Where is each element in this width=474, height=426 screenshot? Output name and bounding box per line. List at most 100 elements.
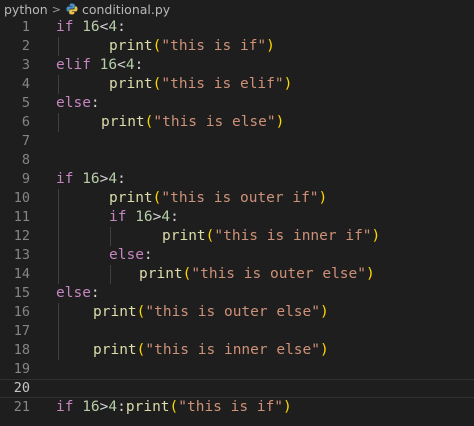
code-text: print("this is outer else") [139, 265, 375, 284]
function-name: print [93, 342, 137, 358]
code-line[interactable]: 8 [0, 151, 474, 170]
code-line[interactable]: 21 if 16>4:print("this is if") [0, 398, 474, 417]
function-name: print [109, 76, 153, 92]
number-literal: 16 [135, 209, 153, 225]
line-number: 21 [13, 399, 30, 415]
indent-guide [110, 265, 111, 284]
line-number: 14 [13, 266, 30, 282]
indent-guide [58, 189, 59, 284]
code-line[interactable]: 6 print("this is else") [0, 113, 474, 132]
code-line[interactable]: 7 [0, 132, 474, 151]
keyword: else [109, 247, 144, 263]
line-number: 5 [21, 95, 30, 111]
line-number: 17 [13, 323, 30, 339]
code-line[interactable]: 12 print("this is inner if") [0, 227, 474, 246]
function-name: print [109, 38, 153, 54]
code-text: print("this is elif") [109, 75, 292, 94]
code-text: else: [56, 94, 100, 113]
indent-guide [110, 227, 111, 246]
code-text: elif 16<4: [56, 56, 143, 75]
code-line[interactable]: 5 else: [0, 94, 474, 113]
code-line[interactable]: 20 [0, 379, 474, 398]
bracket: ) [320, 304, 329, 320]
line-number: 19 [13, 361, 30, 377]
function-name: print [93, 304, 137, 320]
code-operator: : [143, 247, 153, 263]
number-literal: 4 [108, 399, 118, 415]
line-number: 9 [21, 171, 30, 187]
code-line[interactable]: 17 [0, 322, 474, 341]
code-text: print("this is else") [101, 113, 284, 132]
keyword: else [56, 95, 91, 111]
line-number: 10 [13, 190, 30, 206]
code-line[interactable]: 3 elif 16<4: [0, 56, 474, 75]
indent-guide [58, 37, 59, 56]
code-editor[interactable]: 1 if 16<4: 2 print("this is if") 3 elif 16<4:… [0, 18, 474, 426]
string-literal: "this is inner else" [145, 342, 320, 358]
line-number: 15 [13, 285, 30, 301]
code-text: else: [56, 284, 100, 303]
line-number: 13 [13, 247, 30, 263]
keyword: if [56, 399, 74, 415]
breadcrumb-folder[interactable]: python [4, 2, 48, 17]
code-operator: : [117, 399, 126, 415]
code-line[interactable]: 4 print("this is elif") [0, 75, 474, 94]
code-line[interactable]: 2 print("this is if") [0, 37, 474, 56]
code-line[interactable]: 10 print("this is outer if") [0, 189, 474, 208]
bracket: ) [320, 342, 329, 358]
function-name: print [101, 114, 145, 130]
code-line[interactable]: 19 [0, 360, 474, 379]
code-text: else: [109, 246, 153, 265]
code-text: print("this is inner if") [162, 227, 380, 246]
code-text: if 16>4:print("this is if") [56, 398, 292, 417]
code-line[interactable]: 11 if 16>4: [0, 208, 474, 227]
code-line[interactable]: 13 else: [0, 246, 474, 265]
indent-guide [58, 303, 59, 360]
function-name: print [109, 190, 153, 206]
keyword: if [109, 209, 127, 225]
function-name: print [162, 228, 206, 244]
string-literal: "this is outer else" [145, 304, 320, 320]
function-name: print [139, 266, 183, 282]
bracket: ) [371, 228, 381, 244]
string-literal: "this is elif" [161, 76, 284, 92]
code-text: if 16<4: [56, 18, 126, 37]
bracket: ) [366, 266, 375, 282]
line-number: 18 [13, 342, 30, 358]
keyword: else [56, 285, 91, 301]
code-operator: < [117, 57, 126, 73]
code-text: print("this is if") [109, 37, 275, 56]
keyword: elif [56, 57, 91, 73]
line-number: 20 [13, 380, 30, 396]
code-line[interactable]: 9 if 16>4: [0, 170, 474, 189]
line-number: 7 [21, 133, 30, 149]
code-line[interactable]: 18 print("this is inner else") [0, 341, 474, 360]
bracket: ) [283, 76, 293, 92]
code-operator: : [90, 285, 100, 301]
number-literal: 4 [161, 209, 171, 225]
code-text: if 16>4: [56, 170, 126, 189]
code-line[interactable]: 15 else: [0, 284, 474, 303]
line-number: 4 [21, 76, 30, 92]
number-literal: 4 [108, 19, 118, 35]
breadcrumb-file[interactable]: conditional.py [82, 2, 170, 17]
line-number: 2 [21, 38, 30, 54]
code-operator: : [117, 171, 126, 187]
bracket: ( [169, 399, 179, 415]
keyword: if [56, 19, 74, 35]
bracket: ) [266, 38, 275, 54]
code-operator: : [134, 57, 144, 73]
indent-guide [58, 113, 59, 132]
bracket: ) [275, 114, 285, 130]
number-literal: 16 [99, 57, 118, 73]
code-line[interactable]: 14 print("this is outer else") [0, 265, 474, 284]
code-line[interactable]: 16 print("this is outer else") [0, 303, 474, 322]
chevron-right-icon: > [51, 2, 61, 16]
code-line[interactable]: 1 if 16<4: [0, 18, 474, 37]
string-literal: "this is outer if" [161, 190, 319, 206]
line-number: 3 [21, 57, 30, 73]
line-number: 1 [21, 19, 30, 35]
